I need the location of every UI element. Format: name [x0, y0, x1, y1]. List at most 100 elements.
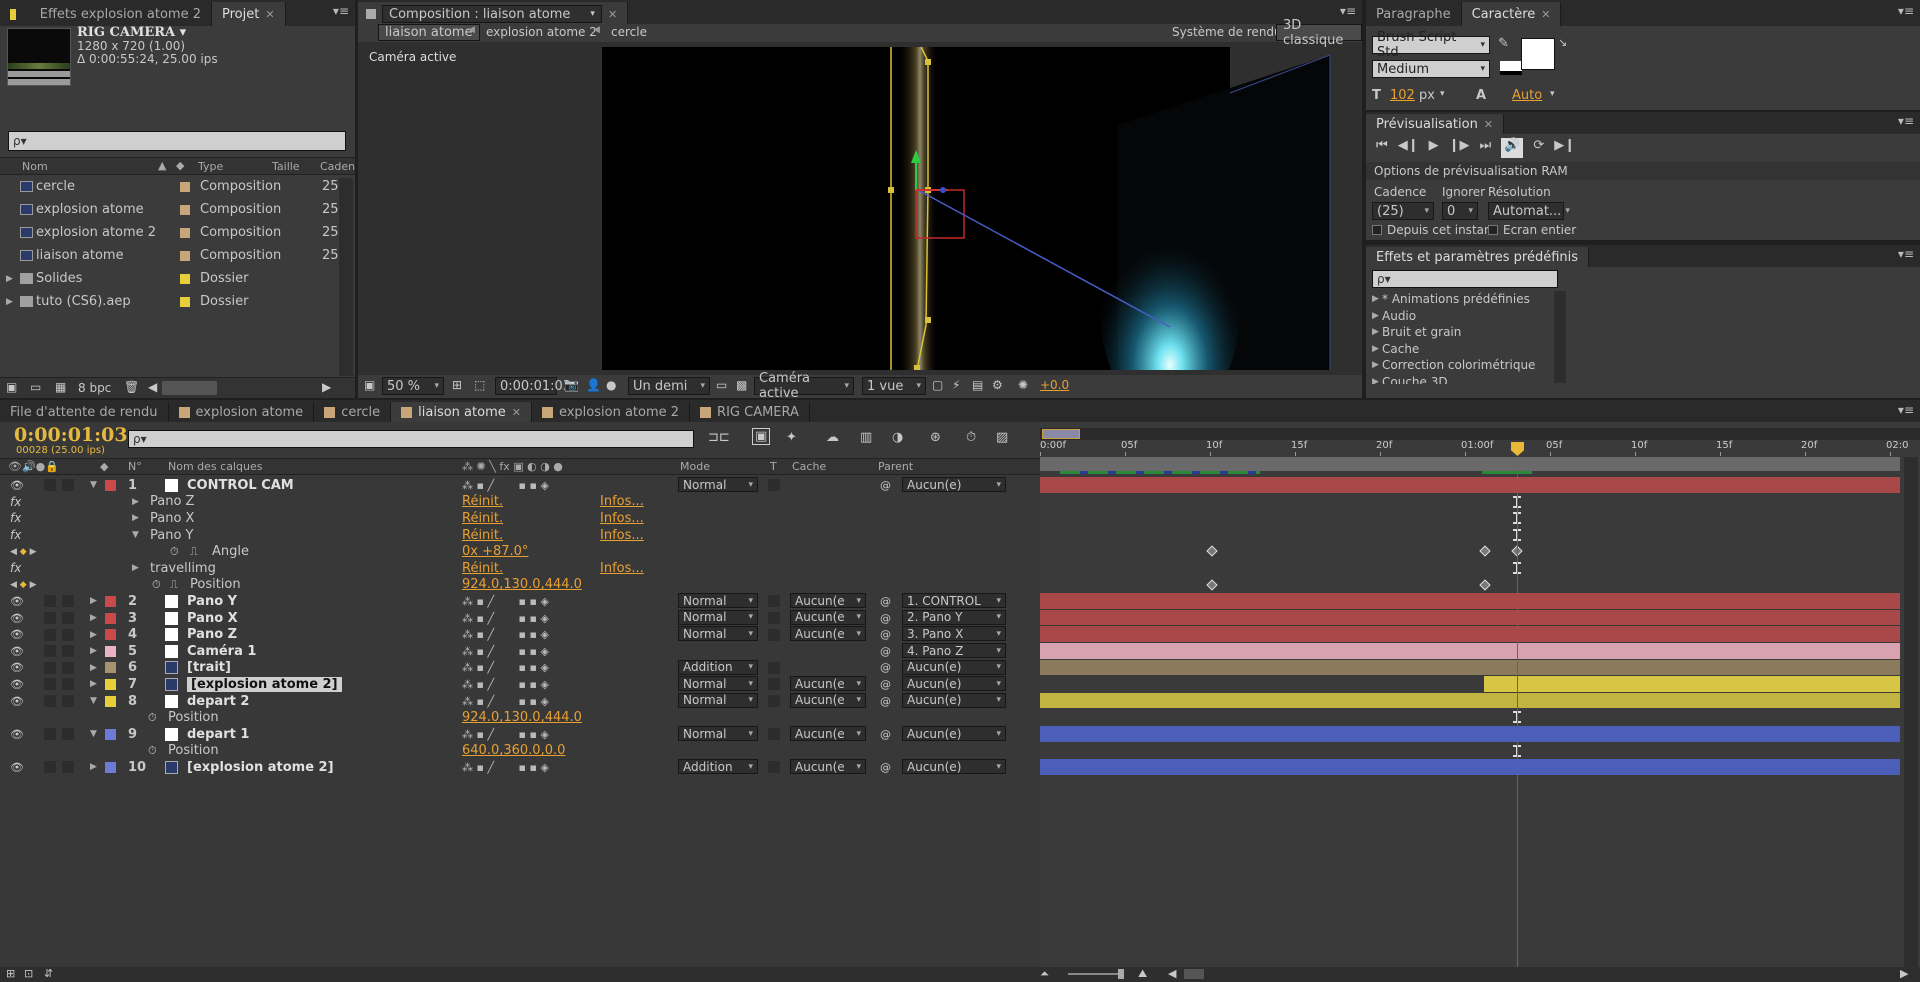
- switches[interactable]: ⁂ ▪ ╱ ▪ ▪ ◈: [462, 479, 549, 492]
- expand-arrow-icon[interactable]: ▶: [90, 630, 97, 640]
- effect-name[interactable]: Pano Z: [150, 494, 194, 509]
- tab-preview[interactable]: Prévisualisation ✕: [1366, 114, 1505, 134]
- tab-effects-presets[interactable]: Effets et paramètres prédéfinis: [1366, 247, 1590, 267]
- snapshot-icon[interactable]: 📷: [564, 378, 579, 392]
- expand-arrow-icon[interactable]: ▶: [132, 497, 139, 507]
- layer-name[interactable]: [trait]: [187, 660, 231, 675]
- lock-icon[interactable]: [366, 9, 376, 19]
- reset-link[interactable]: Réinit.: [462, 511, 503, 526]
- time-ruler[interactable]: 0:00f 05f 10f 15f 20f 01:00f 05f 10f 15f 20f 02:0: [1040, 440, 1920, 456]
- layer-duration-bar[interactable]: [1040, 726, 1900, 742]
- parent-dropdown[interactable]: 3. Pano X ▾: [902, 626, 1006, 642]
- track-matte-dropdown[interactable]: Aucun(e ▾: [790, 609, 866, 625]
- visibility-eye-icon[interactable]: 👁: [10, 645, 24, 658]
- preserve-transparency-box[interactable]: [768, 761, 780, 774]
- col-type[interactable]: Type: [198, 160, 223, 173]
- effects-category[interactable]: ▶ Correction colorimétrique: [1366, 357, 1552, 373]
- expand-arrow-icon[interactable]: ▶: [90, 646, 97, 656]
- crumb-explosion-atome-2[interactable]: explosion atome 2: [486, 25, 597, 39]
- layer-name[interactable]: Pano Z: [187, 627, 237, 642]
- timeline-tab[interactable]: explosion atome: [169, 402, 315, 422]
- label-color[interactable]: [105, 695, 116, 707]
- v-scrollbar[interactable]: [1904, 457, 1918, 967]
- work-area-start[interactable]: [1042, 429, 1080, 439]
- view-layout-dropdown[interactable]: 1 vue ▾: [862, 377, 926, 395]
- last-frame-icon[interactable]: ⏭: [1479, 138, 1491, 158]
- comp-viewport[interactable]: [358, 45, 1362, 370]
- lock-box[interactable]: [62, 595, 74, 608]
- audio-icon[interactable]: 🔊: [1501, 138, 1524, 158]
- label-color[interactable]: [105, 629, 116, 641]
- font-style-dropdown[interactable]: Medium ▾: [1372, 60, 1490, 78]
- panel-menu-icon[interactable]: ▾≡: [1898, 4, 1914, 18]
- layer-name[interactable]: CONTROL CAM: [187, 478, 294, 493]
- switches[interactable]: ⁂ ▪ ╱ ▪ ▪ ◈: [462, 628, 549, 641]
- effect-row[interactable]: fx ▼ Pano Y Réinit. Infos...: [0, 527, 1040, 544]
- switches[interactable]: ⁂ ▪ ╱ ▪ ▪ ◈: [462, 595, 549, 608]
- eyedropper-icon[interactable]: ✎: [1498, 36, 1509, 51]
- blend-mode-dropdown[interactable]: Normal ▾: [678, 593, 758, 609]
- parent-dropdown[interactable]: Aucun(e) ▾: [902, 692, 1006, 708]
- interpret-footage-icon[interactable]: ▣: [6, 380, 17, 394]
- property-row[interactable]: ◀ ◆ ▶ ⏱ ⎍ Angle 0x +87.0°: [0, 543, 1040, 560]
- checkbox-box[interactable]: [1372, 225, 1382, 235]
- track-matte-dropdown[interactable]: Aucun(e ▾: [790, 593, 866, 609]
- label-tag-icon[interactable]: ◆: [176, 159, 184, 172]
- label-color[interactable]: [105, 662, 116, 674]
- pick-whip-icon[interactable]: @: [880, 695, 891, 708]
- label-color[interactable]: [105, 595, 116, 607]
- graph-icon[interactable]: ⎍: [190, 545, 198, 559]
- pick-whip-icon[interactable]: @: [880, 761, 891, 774]
- switches[interactable]: ⁂ ▪ ╱ ▪ ▪ ◈: [462, 761, 549, 774]
- play-icon[interactable]: ▶: [1429, 138, 1439, 158]
- toggle-switches-icon[interactable]: ⊞: [6, 967, 15, 980]
- project-item[interactable]: explosion atome 2 Composition 25: [0, 221, 340, 244]
- visibility-eye-icon[interactable]: 👁: [10, 678, 24, 691]
- tab-paragraph[interactable]: Paragraphe: [1366, 2, 1462, 26]
- effect-row[interactable]: fx ▶ Pano Z Réinit. Infos...: [0, 494, 1040, 511]
- view-camera-dropdown[interactable]: Caméra active ▾: [754, 371, 854, 398]
- layer-row[interactable]: 👁 ▼ 8 depart 2 ⁂ ▪ ╱ ▪ ▪ ◈ Normal ▾ Aucun(e ▾ @ Au…: [0, 692, 1040, 710]
- prev-frame-icon[interactable]: ◀❙: [1398, 138, 1419, 158]
- layer-duration-bar[interactable]: [1484, 676, 1900, 692]
- next-frame-icon[interactable]: ❙▶: [1449, 138, 1470, 158]
- panel-menu-icon[interactable]: ▾≡: [1898, 247, 1914, 261]
- graph-icon[interactable]: ⎍: [170, 578, 178, 592]
- switches[interactable]: ⁂ ▪ ╱ ▪ ▪ ◈: [462, 661, 549, 674]
- scroll-left-icon[interactable]: ◀: [1168, 967, 1176, 980]
- solo-box[interactable]: [44, 479, 56, 492]
- pixel-aspect-icon[interactable]: ▢: [932, 378, 943, 392]
- visibility-eye-icon[interactable]: 👁: [10, 761, 24, 774]
- col-layer-number[interactable]: N°: [128, 460, 142, 473]
- graph-editor-icon[interactable]: ▨: [996, 430, 1008, 445]
- exposure-icon[interactable]: ✺: [1018, 378, 1028, 392]
- reset-link[interactable]: Réinit.: [462, 528, 503, 543]
- z-axis-gizmo[interactable]: [940, 187, 946, 193]
- trash-icon[interactable]: 🗑: [124, 380, 139, 394]
- expand-arrow-icon[interactable]: ▶: [1372, 327, 1379, 337]
- toggle-duration-icon[interactable]: ⇵: [44, 967, 53, 980]
- label-color[interactable]: [105, 645, 116, 657]
- first-frame-icon[interactable]: ⏮: [1376, 138, 1388, 158]
- parent-dropdown[interactable]: 1. CONTROL ▾: [902, 593, 1006, 609]
- layer-row[interactable]: 👁 ▼ 9 depart 1 ⁂ ▪ ╱ ▪ ▪ ◈ Normal ▾ Aucun(e ▾ @ Au…: [0, 726, 1040, 743]
- expand-arrow-icon[interactable]: ▶: [90, 613, 97, 623]
- expand-arrow-icon[interactable]: ▶: [90, 596, 97, 606]
- layer-row[interactable]: 👁 ▼ 1 CONTROL CAM ⁂ ▪ ╱ ▪ ▪ ◈ Normal ▾ @ Aucun(e…: [0, 477, 1040, 494]
- lock-box[interactable]: [62, 761, 74, 774]
- parent-dropdown[interactable]: Aucun(e) ▾: [902, 676, 1006, 692]
- current-time-display[interactable]: 0:00:01:03: [14, 424, 128, 446]
- av-features-icons[interactable]: 👁🔊●🔒: [8, 460, 59, 473]
- brainstorm-icon[interactable]: ⊛: [930, 430, 941, 445]
- solo-box[interactable]: [44, 645, 56, 658]
- transparency-grid-icon[interactable]: ▩: [736, 378, 747, 392]
- blend-mode-dropdown[interactable]: Normal ▾: [678, 692, 758, 708]
- visibility-eye-icon[interactable]: 👁: [10, 595, 24, 608]
- scroll-right-icon[interactable]: ▶: [1900, 967, 1908, 980]
- label-color[interactable]: [105, 761, 116, 773]
- preserve-transparency-box[interactable]: [768, 628, 780, 641]
- safe-area-icon[interactable]: ⊞: [452, 378, 462, 392]
- effects-scrollbar[interactable]: [1554, 291, 1566, 383]
- zoom-out-icon[interactable]: ⏶: [1040, 967, 1049, 981]
- blend-mode-dropdown[interactable]: Addition ▾: [678, 659, 758, 675]
